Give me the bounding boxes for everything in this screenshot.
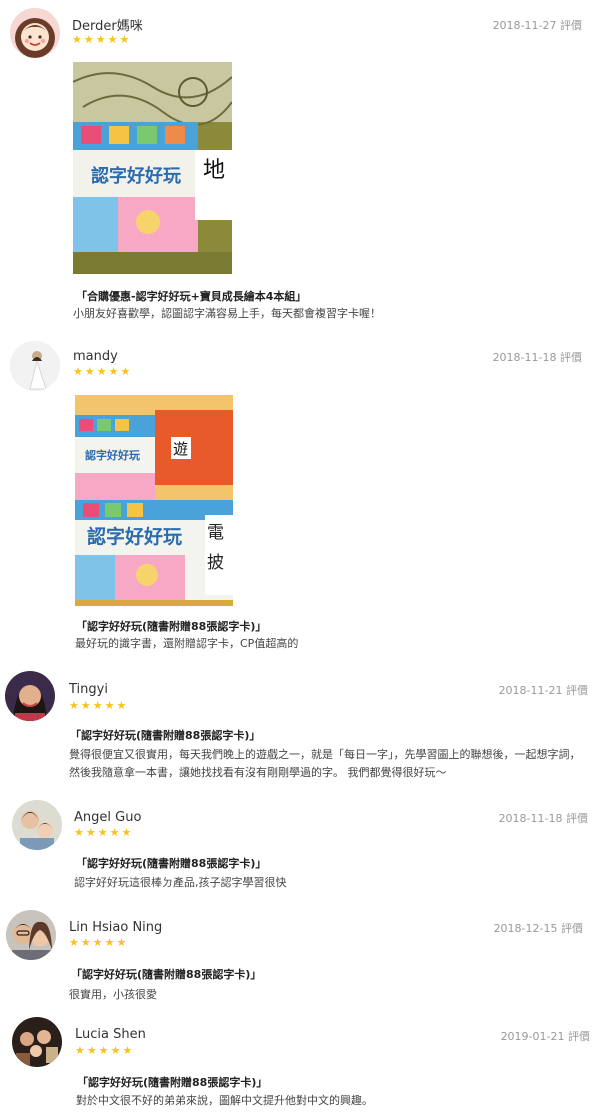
photo-book-title: 認字好好玩 — [87, 525, 182, 548]
bride-avatar-icon — [10, 341, 60, 391]
rating-stars: ★★★★★ — [72, 33, 132, 46]
photo-card-char: 地 — [203, 158, 225, 183]
product-name[interactable]: 「合購優惠-認字好好玩+寶貝成長繪本4本組」 — [76, 288, 306, 304]
review-item: Derder媽咪 2018-11-27 評價 ★★★★★ 認字好好玩 地 「合購… — [0, 0, 600, 330]
product-name[interactable]: 「認字好好玩(隨書附贈88張認字卡)」 — [76, 618, 266, 634]
review-text: 覺得很便宜又很實用，每天我們晚上的遊戲之一，就是「每日一字」，先學習圖上的聯想後… — [69, 748, 581, 779]
review-photo-image: 認字好好玩 地 — [73, 62, 232, 274]
reviewer-name[interactable]: Lin Hsiao Ning — [69, 920, 162, 935]
review-date: 2018-11-21 評價 — [498, 684, 588, 697]
reviewer-name[interactable]: Derder媽咪 — [72, 15, 143, 34]
user-avatar[interactable] — [5, 671, 55, 721]
review-date: 2018-11-27 評價 — [492, 19, 582, 32]
rating-stars: ★★★★★ — [69, 936, 129, 949]
review-text: 最好玩的識字書，還附贈認字卡，CP值超高的 — [75, 637, 299, 650]
product-name[interactable]: 「認字好好玩(隨書附贈88張認字卡)」 — [76, 855, 266, 871]
product-name[interactable]: 「認字好好玩(隨書附贈88張認字卡)」 — [70, 727, 260, 743]
cartoon-girl-avatar-icon — [10, 8, 60, 58]
review-item: Lucia Shen 2019-01-21 評價 ★★★★★ 「認字好好玩(隨書… — [0, 1014, 600, 1117]
review-text: 對於中文很不好的弟弟來說，圖解中文提升他對中文的興趣。 — [76, 1094, 373, 1107]
review-photo[interactable]: 認字好好玩 地 — [73, 62, 232, 274]
review-photo-image: 認字好好玩 遊 認字好好玩 電 披 — [75, 395, 233, 606]
review-item: Lin Hsiao Ning 2018-12-15 評價 ★★★★★ 「認字好好… — [0, 907, 600, 1007]
review-text: 很實用，小孩很愛 — [69, 988, 157, 1001]
photo-card-char: 遊 — [173, 440, 188, 458]
review-date: 2018-11-18 評價 — [492, 351, 582, 364]
review-item: Tingyi 2018-11-21 評價 ★★★★★ 「認字好好玩(隨書附贈88… — [0, 668, 600, 793]
user-avatar[interactable] — [10, 341, 60, 391]
review-item: Angel Guo 2018-11-18 評價 ★★★★★ 「認字好好玩(隨書附… — [0, 797, 600, 897]
user-avatar[interactable] — [12, 800, 62, 850]
product-name[interactable]: 「認字好好玩(隨書附贈88張認字卡)」 — [77, 1074, 267, 1090]
photo-book-title-small: 認字好好玩 — [85, 448, 140, 462]
woman-portrait-avatar-icon — [5, 671, 55, 721]
group-photo-avatar-icon — [12, 1017, 62, 1067]
rating-stars: ★★★★★ — [75, 1044, 135, 1057]
review-photo[interactable]: 認字好好玩 遊 認字好好玩 電 披 — [75, 395, 233, 606]
product-name[interactable]: 「認字好好玩(隨書附贈88張認字卡)」 — [71, 966, 261, 982]
photo-card-char: 披 — [207, 553, 224, 573]
mother-child-avatar-icon — [12, 800, 62, 850]
review-date: 2018-11-18 評價 — [498, 812, 588, 825]
user-avatar[interactable] — [12, 1017, 62, 1067]
rating-stars: ★★★★★ — [74, 826, 134, 839]
reviewer-name[interactable]: Lucia Shen — [75, 1027, 146, 1042]
reviewer-name[interactable]: Tingyi — [69, 682, 108, 697]
user-avatar[interactable] — [10, 8, 60, 58]
photo-card-char: 電 — [207, 523, 224, 543]
rating-stars: ★★★★★ — [69, 699, 129, 712]
couple-avatar-icon — [6, 910, 56, 960]
photo-book-title: 認字好好玩 — [91, 165, 181, 187]
reviewer-name[interactable]: Angel Guo — [74, 810, 141, 825]
review-date: 2019-01-21 評價 — [500, 1030, 590, 1043]
review-text: 小朋友好喜歡學，認圖認字滿容易上手，每天都會複習字卡喔！ — [73, 307, 381, 320]
rating-stars: ★★★★★ — [73, 365, 133, 378]
review-text: 認字好好玩這很棒ㄉ產品,孩子認字學習很快 — [74, 876, 287, 889]
user-avatar[interactable] — [6, 910, 56, 960]
reviewer-name[interactable]: mandy — [73, 349, 118, 364]
review-item: mandy 2018-11-18 評價 ★★★★★ 認字好好玩 遊 認字好好玩 — [0, 335, 600, 665]
review-date: 2018-12-15 評價 — [493, 922, 583, 935]
